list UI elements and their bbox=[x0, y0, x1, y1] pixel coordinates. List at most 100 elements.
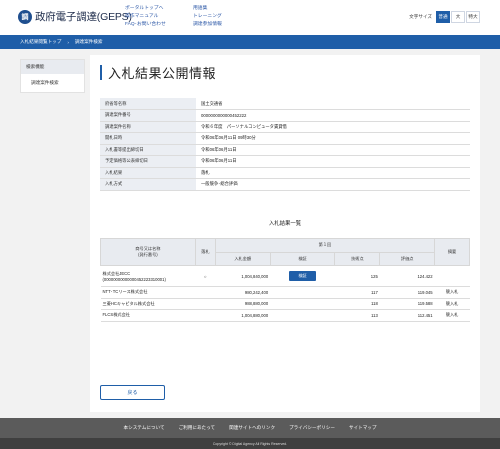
result-amount: 988,880,000 bbox=[215, 298, 271, 310]
result-amount: 1,004,840,000 bbox=[215, 265, 271, 287]
col-header-winner: 落札 bbox=[194, 238, 216, 266]
sidebar: 検索機能 調達案件検索 bbox=[20, 59, 85, 93]
result-remarks bbox=[434, 265, 470, 287]
info-row: 入札書等提出締切日 令和06年06月11日 bbox=[100, 144, 470, 156]
info-value: 一般競争･総合評価 bbox=[196, 178, 470, 191]
font-size-xlarge-button[interactable]: 特大 bbox=[466, 11, 480, 23]
info-label: 府省等名称 bbox=[100, 98, 196, 110]
result-inspect-cell bbox=[270, 309, 335, 322]
result-eval-score: 124.422 bbox=[379, 265, 435, 287]
site-name: 政府電子調達(GEPS) bbox=[35, 11, 132, 23]
portal-top-link[interactable]: ポータルトップへ bbox=[125, 5, 166, 13]
result-eval-score: 112.451 bbox=[379, 309, 435, 322]
result-amount: 980,242,400 bbox=[215, 286, 271, 299]
info-value: 国土交通省 bbox=[196, 98, 470, 110]
header-links-primary: ポータルトップへ 操作マニュアル FAQ･お問い合わせ bbox=[125, 5, 166, 29]
result-issue-number: (00000000000000452223310001) bbox=[102, 276, 166, 282]
result-inspect-cell: 検証 bbox=[270, 265, 335, 287]
sidebar-heading: 検索機能 bbox=[21, 60, 84, 74]
footer-link-terms[interactable]: ご利用にあたって bbox=[179, 425, 216, 431]
manual-link[interactable]: 操作マニュアル bbox=[125, 13, 166, 21]
font-size-label: 文字サイズ bbox=[409, 14, 432, 19]
inspect-button[interactable]: 検証 bbox=[289, 271, 316, 281]
site-logo[interactable]: 調 政府電子調達(GEPS) bbox=[18, 9, 132, 24]
result-row: FLCS株式会社 1,004,880,000 113 112.451 競入札 bbox=[100, 309, 470, 322]
info-row: 入札方式 一般競争･総合評価 bbox=[100, 178, 470, 191]
result-eval-score: 119.588 bbox=[379, 298, 435, 310]
result-company-cell: 三菱HCキャピタル株式会社 bbox=[100, 298, 196, 310]
info-label: 入札書等提出締切日 bbox=[100, 144, 196, 156]
result-tech-score: 117 bbox=[334, 286, 380, 299]
col-header-remarks: 摘要 bbox=[434, 238, 470, 266]
copyright: Copyright © Digital Agency All Rights Re… bbox=[0, 438, 500, 449]
result-row: 三菱HCキャピタル株式会社 988,880,000 118 119.588 競入札 bbox=[100, 298, 470, 310]
faq-link[interactable]: FAQ･お問い合わせ bbox=[125, 21, 166, 29]
results-section-title: 入札結果一覧 bbox=[268, 221, 302, 227]
page-title: 入札結果公開情報 bbox=[100, 63, 216, 82]
result-company-cell: NTT･TCリース株式会社 bbox=[100, 286, 196, 299]
info-value: 0000000000000452222 bbox=[196, 109, 470, 122]
site-header: 調 政府電子調達(GEPS) ポータルトップへ 操作マニュアル FAQ･お問い合… bbox=[0, 0, 500, 35]
col-header-eval-score: 評価点 bbox=[379, 251, 436, 266]
font-size-switcher: 文字サイズ 普通 大 特大 bbox=[409, 11, 480, 23]
back-button[interactable]: 戻る bbox=[100, 385, 165, 400]
info-value: 令和06年06月11日 bbox=[196, 155, 470, 168]
breadcrumb: 入札結果閲覧トップ › 調達案件検索 bbox=[0, 35, 500, 49]
info-value: 令和06年06月11日 09時30分 bbox=[196, 132, 470, 145]
breadcrumb-item-results-top[interactable]: 入札結果閲覧トップ bbox=[20, 39, 61, 45]
info-label: 調達案件番号 bbox=[100, 109, 196, 122]
font-size-normal-button[interactable]: 普通 bbox=[436, 11, 450, 23]
info-row: 予定価格等公表締切日 令和06年06月11日 bbox=[100, 155, 470, 168]
info-row: 調達案件番号 0000000000000452222 bbox=[100, 109, 470, 122]
result-amount: 1,004,880,000 bbox=[215, 309, 271, 322]
result-inspect-cell bbox=[270, 298, 335, 310]
footer-link-sitemap[interactable]: サイトマップ bbox=[349, 425, 377, 431]
result-company-name: FLCS株式会社 bbox=[102, 312, 130, 318]
footer-link-related[interactable]: 関連サイトへのリンク bbox=[229, 425, 275, 431]
result-company-cell: FLCS株式会社 bbox=[100, 309, 196, 322]
header-links-secondary: 用語集 トレーニング 調達参加情報 bbox=[193, 5, 222, 29]
title-accent-bar bbox=[100, 65, 102, 80]
result-company-name: 三菱HCキャピタル株式会社 bbox=[102, 300, 155, 306]
training-link[interactable]: トレーニング bbox=[193, 13, 222, 21]
info-label: 入札方式 bbox=[100, 178, 196, 191]
col-header-round: 第１回 bbox=[214, 238, 436, 253]
font-size-large-button[interactable]: 大 bbox=[451, 11, 465, 23]
glossary-link[interactable]: 用語集 bbox=[193, 5, 222, 13]
info-value: 令和06年06月11日 bbox=[196, 144, 470, 156]
info-label: 調達案件名称 bbox=[100, 121, 196, 133]
result-winner-mark bbox=[195, 309, 216, 322]
result-company-cell: 株式会社JECC (00000000000000452223310001) bbox=[100, 265, 196, 287]
result-winner-mark bbox=[195, 286, 216, 299]
result-remarks: 競入札 bbox=[434, 286, 470, 299]
footer-link-about[interactable]: 本システムについて bbox=[124, 425, 165, 431]
bid-results-table: 商号又は名称 (発行番号) 落札 第１回 摘要 入札金額 検証 技術点 評価点 … bbox=[100, 238, 470, 322]
info-label: 予定価格等公表締切日 bbox=[100, 155, 196, 168]
result-tech-score: 118 bbox=[334, 298, 380, 310]
info-label: 入札結果 bbox=[100, 167, 196, 179]
main-content: 入札結果公開情報 府省等名称 国土交通省 調達案件番号 000000000000045… bbox=[90, 55, 480, 412]
bid-info-table: 府省等名称 国土交通省 調達案件番号 0000000000000452222 調達案件名… bbox=[100, 98, 470, 191]
result-inspect-cell bbox=[270, 286, 335, 299]
info-value: 落札 bbox=[196, 167, 470, 179]
procurement-info-link[interactable]: 調達参加情報 bbox=[193, 21, 222, 29]
col-header-amount: 入札金額 bbox=[214, 251, 271, 266]
geps-logo-icon: 調 bbox=[18, 9, 32, 24]
col-header-inspect: 検証 bbox=[269, 251, 336, 266]
site-footer: 本システムについて ご利用にあたって 関連サイトへのリンク プライバシーポリシー… bbox=[0, 418, 500, 438]
result-winner-mark: ○ bbox=[195, 265, 216, 287]
result-eval-score: 119.045 bbox=[379, 286, 435, 299]
col-header-tech-score: 技術点 bbox=[334, 251, 381, 266]
result-tech-score: 125 bbox=[334, 265, 380, 287]
page-title-text: 入札結果公開情報 bbox=[108, 66, 217, 81]
breadcrumb-item-search[interactable]: 調達案件検索 bbox=[75, 39, 103, 45]
info-value: 令和６年度 パーソナルコンピュータ賃貸借 bbox=[196, 121, 470, 133]
result-row: NTT･TCリース株式会社 980,242,400 117 119.045 競入札 bbox=[100, 286, 470, 299]
col-header-company: 商号又は名称 (発行番号) bbox=[100, 238, 196, 266]
breadcrumb-separator-icon: › bbox=[67, 39, 69, 45]
footer-link-privacy[interactable]: プライバシーポリシー bbox=[289, 425, 335, 431]
info-row: 府省等名称 国土交通省 bbox=[100, 98, 470, 110]
info-row: 開札日時 令和06年06月11日 09時30分 bbox=[100, 132, 470, 145]
info-row: 入札結果 落札 bbox=[100, 167, 470, 179]
sidebar-item-procurement-search[interactable]: 調達案件検索 bbox=[21, 74, 84, 92]
